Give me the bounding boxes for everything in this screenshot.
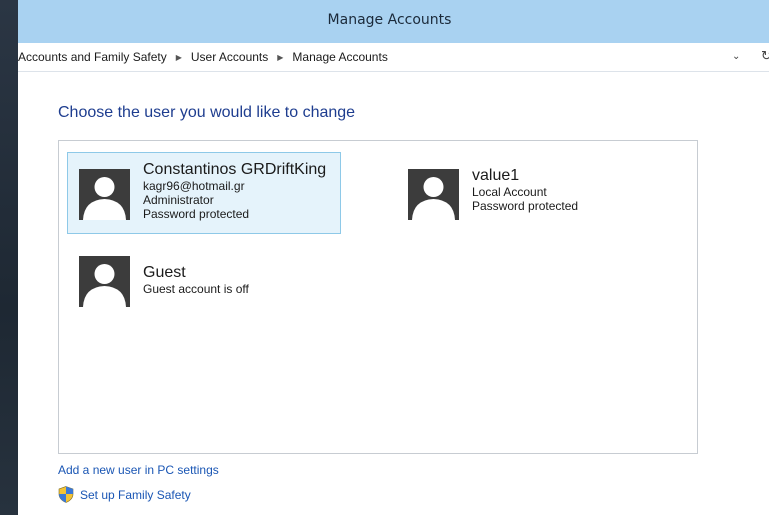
chevron-down-icon[interactable]: ⌄: [732, 51, 740, 62]
manage-accounts-window: Manage Accounts Accounts and Family Safe…: [18, 0, 769, 515]
account-password-status: Password protected: [472, 199, 579, 213]
refresh-icon[interactable]: ↻: [761, 49, 769, 64]
account-password-status: Password protected: [143, 207, 250, 221]
account-tile-constantinos[interactable]: Constantinos GRDriftKing kagr96@hotmail.…: [67, 152, 341, 234]
breadcrumb-user-accounts[interactable]: User Accounts: [191, 50, 268, 64]
breadcrumb-accounts-family-safety[interactable]: Accounts and Family Safety: [18, 50, 167, 64]
account-details: value1 Local Account Password protected: [472, 166, 578, 213]
user-avatar-icon: [408, 169, 459, 220]
account-name: Guest: [143, 264, 186, 281]
address-bar[interactable]: Accounts and Family Safety ▶ User Accoun…: [18, 43, 769, 72]
user-avatar-icon: [79, 256, 130, 307]
account-status: Guest account is off: [143, 282, 249, 296]
account-name: value1: [472, 167, 520, 184]
user-avatar-icon: [79, 169, 130, 220]
account-email: kagr96@hotmail.gr: [143, 179, 245, 193]
account-name: Constantinos GRDriftKing: [143, 161, 327, 178]
account-tile-guest[interactable]: Guest Guest account is off: [79, 255, 329, 315]
family-safety-link[interactable]: Set up Family Safety: [80, 488, 191, 502]
page-heading: Choose the user you would like to change: [58, 104, 356, 121]
account-details: Guest Guest account is off: [143, 263, 249, 296]
uac-shield-icon: [58, 486, 74, 506]
account-type: Local Account: [472, 185, 547, 199]
account-details: Constantinos GRDriftKing kagr96@hotmail.…: [143, 160, 326, 221]
family-safety-link-row[interactable]: Set up Family Safety: [58, 486, 191, 506]
window-title: Manage Accounts: [327, 11, 452, 28]
breadcrumb-separator-icon[interactable]: ▶: [176, 53, 182, 62]
breadcrumb: Accounts and Family Safety ▶ User Accoun…: [18, 43, 388, 71]
accounts-list: Constantinos GRDriftKing kagr96@hotmail.…: [58, 140, 698, 454]
breadcrumb-separator-icon[interactable]: ▶: [277, 53, 283, 62]
desktop-background: [0, 0, 18, 515]
title-bar[interactable]: Manage Accounts: [18, 0, 769, 43]
account-tile-value1[interactable]: value1 Local Account Password protected: [408, 166, 658, 226]
account-type: Administrator: [143, 193, 214, 207]
breadcrumb-manage-accounts[interactable]: Manage Accounts: [292, 50, 387, 64]
add-user-link[interactable]: Add a new user in PC settings: [58, 463, 219, 477]
